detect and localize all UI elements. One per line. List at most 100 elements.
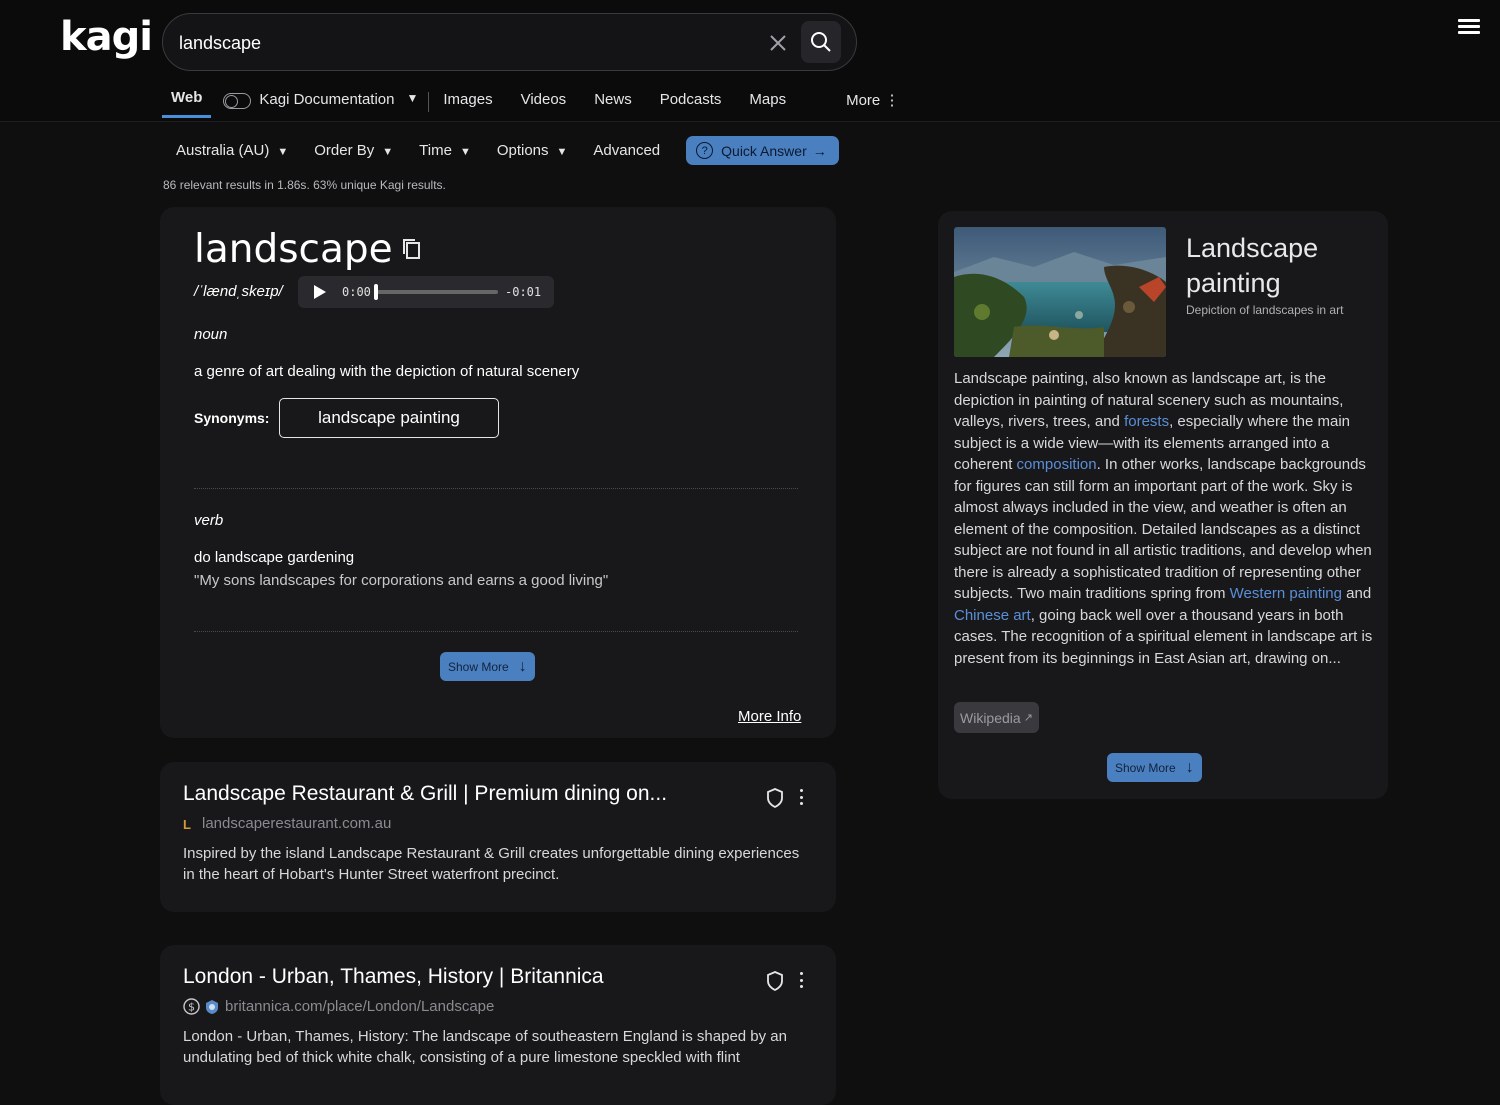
wiki-link-chinese-art[interactable]: Chinese art bbox=[954, 607, 1031, 624]
wiki-link-composition[interactable]: composition bbox=[1017, 456, 1097, 473]
wiki-link-western-painting[interactable]: Western painting bbox=[1230, 585, 1342, 602]
external-link-icon: ↗ bbox=[1023, 712, 1033, 724]
dictionary-card: landscape /ˈlændˌskeɪp/ 0:00 -0:01 noun … bbox=[160, 207, 836, 738]
wiki-subtitle: Depiction of landscapes in art bbox=[1186, 303, 1344, 317]
britannica-icon bbox=[206, 999, 218, 1014]
wiki-title: Landscape painting bbox=[1186, 233, 1319, 298]
more-options-icon[interactable] bbox=[798, 972, 804, 988]
question-icon: ? bbox=[696, 142, 714, 159]
play-icon[interactable] bbox=[314, 285, 326, 299]
dictionary-show-more-button[interactable]: Show More ↓ bbox=[440, 652, 535, 681]
audio-remaining-time: -0:01 bbox=[505, 285, 542, 299]
result-count-suffix: relevant results in bbox=[176, 178, 278, 192]
quick-answer-button[interactable]: ? Quick Answer → bbox=[686, 136, 839, 165]
region-filter[interactable]: Australia (AU) ▼ bbox=[162, 142, 288, 159]
filter-bar: Australia (AU) ▼ Order By ▼ Time ▼ Options ▼… bbox=[162, 136, 839, 165]
audio-progress[interactable] bbox=[374, 284, 498, 300]
header: kagi Web Kagi Documentation ▼ Images Vid… bbox=[0, 0, 1500, 122]
menu-icon[interactable] bbox=[1458, 16, 1480, 38]
search-bar bbox=[162, 13, 857, 71]
synonym-button[interactable]: landscape painting bbox=[279, 398, 499, 438]
search-tabs: Web Kagi Documentation ▼ Images Videos N… bbox=[162, 84, 927, 120]
shield-icon[interactable] bbox=[766, 788, 784, 808]
tab-images[interactable]: Images bbox=[443, 84, 492, 118]
result-title-link[interactable]: London - Urban, Thames, History | Britan… bbox=[183, 965, 604, 989]
svg-text:$: $ bbox=[188, 1001, 195, 1014]
time-filter-label: Time bbox=[419, 142, 452, 159]
result-description: Inspired by the island Landscape Restaur… bbox=[183, 845, 800, 883]
tab-videos[interactable]: Videos bbox=[521, 84, 567, 118]
site-favicon: L bbox=[183, 816, 191, 832]
show-more-label: Show More bbox=[1115, 760, 1176, 775]
phonetic: /ˈlændˌskeɪp/ bbox=[194, 283, 283, 300]
pronunciation-audio: 0:00 -0:01 bbox=[298, 276, 554, 308]
result-description: London - Urban, Thames, History: The lan… bbox=[183, 1028, 787, 1066]
search-button[interactable] bbox=[801, 21, 841, 63]
kagi-logo[interactable]: kagi bbox=[60, 14, 153, 60]
clear-search-button[interactable] bbox=[763, 29, 793, 57]
wiki-link-forests[interactable]: forests bbox=[1124, 413, 1169, 430]
audio-progress-knob[interactable] bbox=[374, 284, 378, 300]
result-url[interactable]: Llandscaperestaurant.com.au bbox=[183, 815, 391, 832]
chevron-down-icon: ▼ bbox=[459, 146, 471, 158]
tab-news[interactable]: News bbox=[594, 84, 632, 118]
unique-suffix: unique Kagi results. bbox=[337, 178, 446, 192]
part-of-speech-noun: noun bbox=[194, 326, 228, 343]
time-filter[interactable]: Time ▼ bbox=[419, 142, 471, 159]
arrow-right-icon: → bbox=[812, 142, 827, 159]
noun-definition: a genre of art dealing with the depictio… bbox=[194, 363, 580, 380]
search-input[interactable] bbox=[179, 28, 739, 58]
wikipedia-panel: Landscape painting Depiction of landscap… bbox=[938, 211, 1388, 799]
synonyms-label: Synonyms: bbox=[194, 410, 270, 426]
search-result: London - Urban, Thames, History | Britan… bbox=[160, 945, 836, 1105]
landscape-painting-image[interactable] bbox=[954, 227, 1166, 357]
quick-answer-label: Quick Answer bbox=[721, 142, 807, 159]
tab-more-label: More bbox=[846, 92, 881, 109]
arrow-down-icon: ↓ bbox=[518, 657, 527, 675]
options-filter-label: Options bbox=[496, 142, 549, 159]
search-icon bbox=[811, 32, 831, 52]
divider bbox=[194, 631, 798, 632]
chevron-down-icon: ▼ bbox=[277, 146, 289, 158]
lens-toggle[interactable] bbox=[223, 93, 252, 109]
tab-podcasts[interactable]: Podcasts bbox=[660, 84, 722, 118]
advanced-filter[interactable]: Advanced bbox=[593, 142, 660, 159]
show-more-label: Show More bbox=[448, 659, 509, 674]
dollar-icon: $ bbox=[183, 998, 200, 1015]
verb-definition: do landscape gardening bbox=[194, 549, 355, 566]
options-filter[interactable]: Options ▼ bbox=[497, 142, 568, 159]
result-title-link[interactable]: Landscape Restaurant & Grill | Premium d… bbox=[183, 782, 667, 806]
close-icon bbox=[770, 35, 786, 51]
wiki-show-more-button[interactable]: Show More ↓ bbox=[1107, 753, 1202, 782]
more-info-link[interactable]: More Info bbox=[738, 708, 801, 725]
chevron-down-icon: ▼ bbox=[382, 146, 394, 158]
vertical-dots-icon: ⋮ bbox=[884, 92, 900, 109]
part-of-speech-verb: verb bbox=[194, 512, 224, 529]
lens-label[interactable]: Kagi Documentation bbox=[259, 84, 394, 108]
unique-percent: 63% bbox=[313, 178, 338, 192]
wiki-text: . In other works, landscape backgrounds … bbox=[954, 456, 1372, 602]
order-by-label: Order By bbox=[314, 142, 375, 159]
shield-icon[interactable] bbox=[766, 971, 784, 991]
chevron-down-icon: ▼ bbox=[556, 146, 568, 158]
result-url[interactable]: $ britannica.com/place/London/Landscape bbox=[183, 998, 494, 1015]
result-stats: 86 relevant results in 1.86s. 63% unique… bbox=[163, 178, 446, 192]
verb-example: "My sons landscapes for corporations and… bbox=[194, 572, 609, 589]
copy-icon[interactable] bbox=[401, 237, 423, 261]
wikipedia-label: Wikipedia bbox=[960, 709, 1021, 726]
wikipedia-source-button[interactable]: Wikipedia ↗ bbox=[954, 702, 1039, 733]
tab-web[interactable]: Web bbox=[162, 84, 212, 118]
audio-current-time: 0:00 bbox=[342, 285, 371, 299]
wiki-summary: Landscape painting, also known as landsc… bbox=[954, 368, 1374, 669]
tab-more[interactable]: More ⋮ bbox=[846, 84, 899, 118]
tab-maps[interactable]: Maps bbox=[749, 84, 786, 118]
order-by-filter[interactable]: Order By ▼ bbox=[314, 142, 393, 159]
search-result: Landscape Restaurant & Grill | Premium d… bbox=[160, 762, 836, 912]
result-url-text: britannica.com/place/London/Landscape bbox=[225, 998, 495, 1015]
chevron-down-icon[interactable]: ▼ bbox=[407, 84, 419, 105]
tab-divider bbox=[428, 92, 430, 112]
wiki-text: and bbox=[1341, 585, 1372, 602]
region-filter-label: Australia (AU) bbox=[176, 142, 270, 159]
more-options-icon[interactable] bbox=[798, 789, 804, 805]
search-time: 1.86s bbox=[277, 178, 307, 192]
